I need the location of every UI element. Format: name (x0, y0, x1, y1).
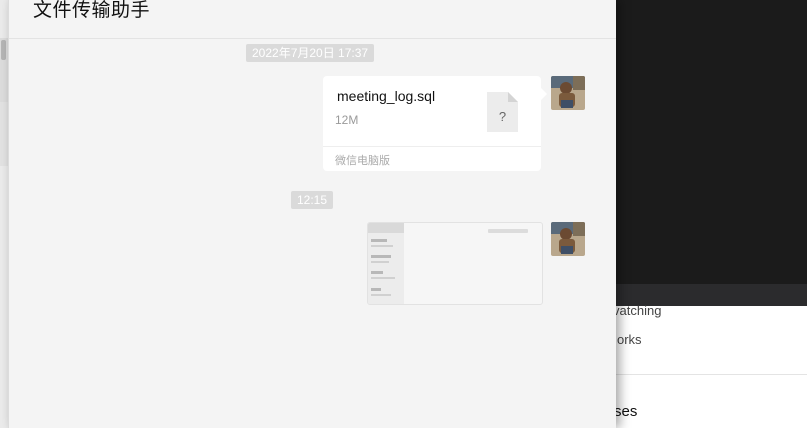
scrollbar-thumb[interactable] (1, 40, 6, 60)
background-divider (600, 374, 807, 375)
avatar[interactable] (551, 76, 585, 110)
file-size: 12M (335, 113, 359, 127)
background-item-works[interactable]: orks (617, 332, 642, 347)
left-background-strip (0, 0, 8, 428)
unknown-file-icon: ? (487, 92, 518, 132)
message-timestamp: 2022年7月20日 17:37 (246, 44, 375, 62)
background-heading: ses (614, 403, 638, 420)
message-timestamp: 12:15 (291, 191, 334, 209)
file-name: meeting_log.sql (337, 88, 436, 104)
avatar[interactable] (551, 222, 585, 256)
background-window-dark-area (600, 0, 807, 284)
chat-window: 文件传输助手 2022年7月20日 17:37 meeting_log.sql … (8, 0, 616, 428)
background-item-watching[interactable]: vatching (613, 303, 661, 318)
file-source-label: 微信电脑版 (335, 155, 390, 167)
file-icon-glyph: ? (499, 109, 506, 124)
chat-title: 文件传输助手 (33, 0, 151, 21)
file-message-card[interactable]: meeting_log.sql 12M ? 微信电脑版 (323, 76, 547, 171)
image-message[interactable] (367, 222, 543, 305)
chat-header: 文件传输助手 (9, 0, 616, 39)
